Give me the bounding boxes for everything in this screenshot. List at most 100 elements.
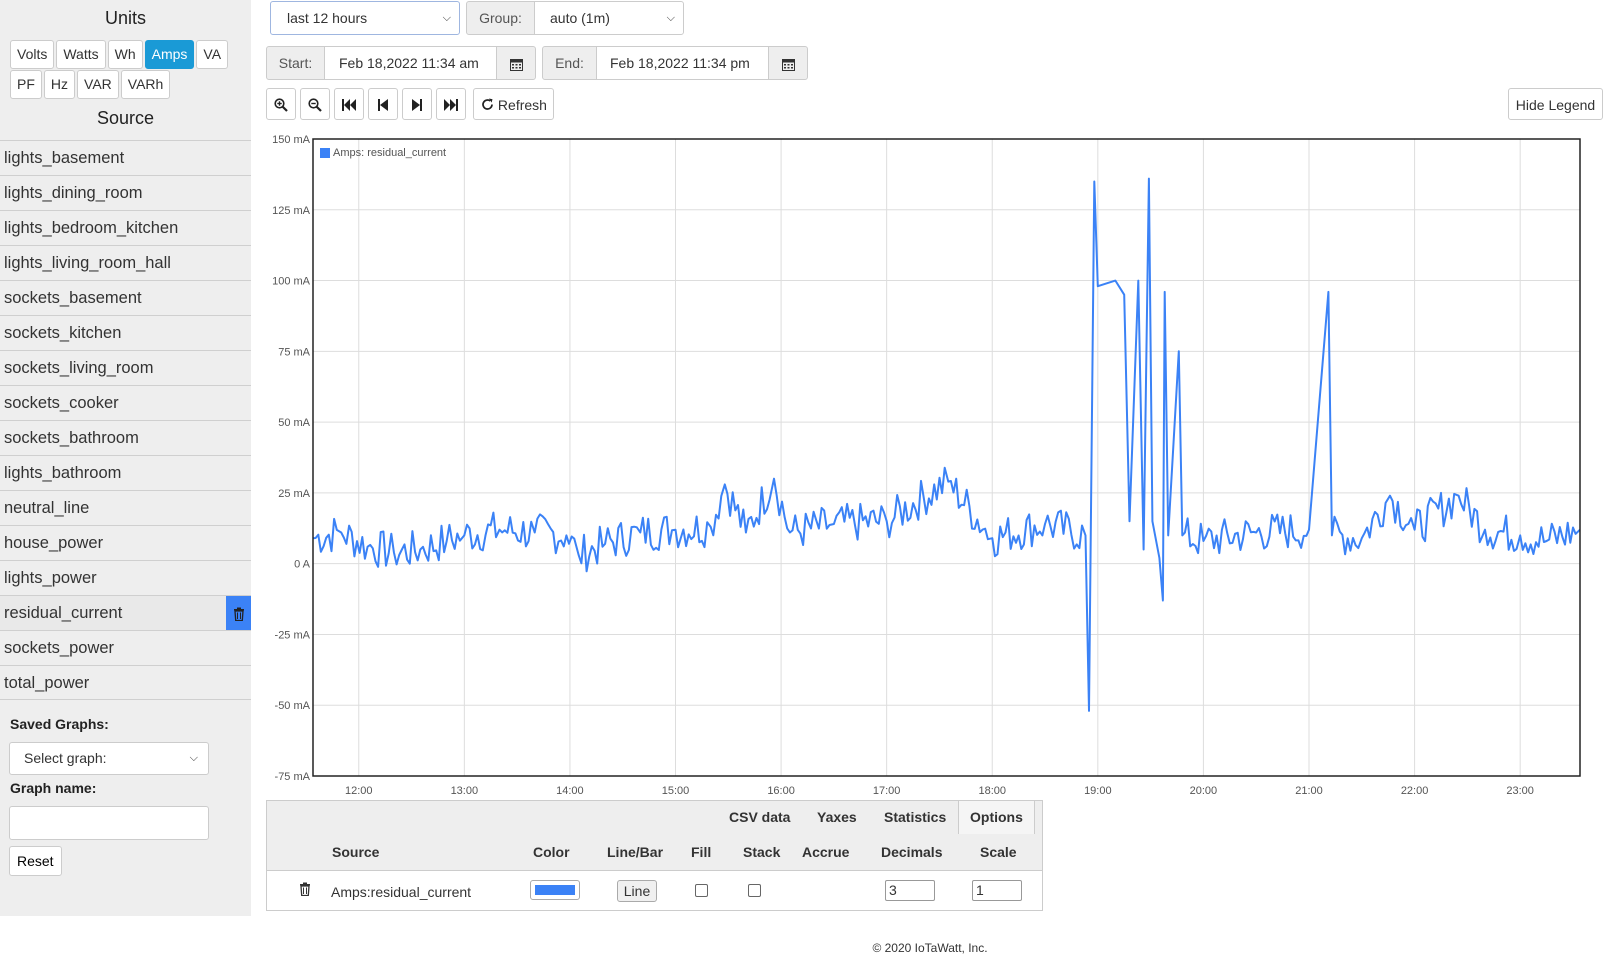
group-label: Group: — [466, 1, 535, 35]
hide-legend-button[interactable]: Hide Legend — [1508, 88, 1603, 120]
x-tick-label: 23:00 — [1506, 785, 1534, 797]
step-back-icon[interactable] — [368, 88, 398, 120]
units-heading: Units — [104, 8, 146, 28]
header-accrue: Accrue — [802, 844, 850, 860]
unit-button-pf[interactable]: PF — [10, 70, 42, 99]
header-scale: Scale — [980, 844, 1017, 860]
end-date-field[interactable]: Feb 18,2022 11:34 pm — [596, 46, 769, 80]
y-tick-label: 150 mA — [272, 134, 311, 146]
unit-button-watts[interactable]: Watts — [56, 40, 106, 69]
unit-button-volts[interactable]: Volts — [10, 40, 55, 69]
trash-icon[interactable] — [299, 882, 311, 899]
source-item-house-power[interactable]: house_power — [0, 525, 251, 560]
graph-name-label: Graph name: — [10, 780, 97, 796]
y-tick-label: -25 mA — [275, 629, 311, 641]
y-tick-label: -75 mA — [275, 771, 311, 783]
source-item-total-power[interactable]: total_power — [0, 665, 251, 700]
calendar-icon[interactable] — [496, 46, 536, 80]
tab-yaxes[interactable]: Yaxes — [817, 801, 857, 834]
x-tick-label: 12:00 — [345, 785, 373, 797]
source-item-lights-bathroom[interactable]: lights_bathroom — [0, 455, 251, 490]
source-list: lights_basement lights_dining_room light… — [0, 140, 251, 700]
start-date-field[interactable]: Feb 18,2022 11:34 am — [324, 46, 497, 80]
zoom-out-icon[interactable] — [300, 88, 330, 120]
graph-name-input[interactable] — [9, 806, 209, 840]
x-tick-label: 20:00 — [1190, 785, 1218, 797]
unit-button-var[interactable]: VAR — [77, 70, 119, 99]
footer-copyright: © 2020 IoTaWatt, Inc. — [872, 941, 988, 955]
sidebar: Units Volts Watts Wh Amps VA PF Hz VAR V… — [0, 0, 251, 916]
header-line-bar: Line/Bar — [607, 844, 664, 860]
y-tick-label: 100 mA — [272, 276, 311, 288]
unit-button-varh[interactable]: VARh — [120, 70, 171, 99]
header-fill: Fill — [691, 844, 712, 860]
y-tick-label: 0 A — [294, 559, 311, 571]
tab-csv-data[interactable]: CSV data — [729, 801, 790, 834]
zoom-in-icon[interactable] — [266, 88, 296, 120]
table-header: Source Color Line/Bar Fill Stack Accrue … — [267, 834, 1042, 871]
units-row-2: PF Hz VAR VARh — [10, 70, 171, 99]
fill-checkbox[interactable] — [695, 884, 708, 897]
header-source: Source — [332, 844, 380, 860]
decimals-input[interactable]: 3 — [885, 880, 935, 901]
source-item-lights-power[interactable]: lights_power — [0, 560, 251, 595]
color-picker[interactable] — [530, 880, 580, 900]
unit-button-va[interactable]: VA — [196, 40, 229, 69]
x-tick-label: 16:00 — [767, 785, 795, 797]
unit-button-hz[interactable]: Hz — [43, 70, 76, 99]
step-forward-icon[interactable] — [402, 88, 432, 120]
tab-options[interactable]: Options — [958, 801, 1035, 834]
saved-graph-select[interactable]: Select graph: ⌵ — [9, 742, 209, 775]
source-item-sockets-kitchen[interactable]: sockets_kitchen — [0, 315, 251, 350]
y-tick-label: 50 mA — [278, 417, 310, 429]
group-value: auto (1m) — [550, 10, 610, 26]
chevron-down-icon: ⌵ — [442, 12, 451, 24]
stack-checkbox[interactable] — [748, 884, 761, 897]
y-tick-label: 125 mA — [272, 205, 311, 217]
source-item-sockets-living-room[interactable]: sockets_living_room — [0, 350, 251, 385]
source-item-lights-living-room-hall[interactable]: lights_living_room_hall — [0, 245, 251, 280]
x-tick-label: 15:00 — [662, 785, 690, 797]
source-item-sockets-basement[interactable]: sockets_basement — [0, 280, 251, 315]
options-table: Source Color Line/Bar Fill Stack Accrue … — [266, 834, 1043, 911]
table-tabs: CSV data Yaxes Statistics Options — [266, 800, 1043, 835]
reset-button[interactable]: Reset — [9, 846, 62, 876]
row-source-name: Amps:residual_current — [331, 884, 472, 900]
saved-graphs-label: Saved Graphs: — [10, 716, 109, 732]
refresh-button[interactable]: Refresh — [473, 88, 554, 120]
y-tick-label: -50 mA — [275, 700, 311, 712]
calendar-icon[interactable] — [768, 46, 808, 80]
unit-button-amps[interactable]: Amps — [144, 40, 195, 69]
legend-swatch — [320, 148, 330, 158]
source-item-neutral-line[interactable]: neutral_line — [0, 490, 251, 525]
source-heading: Source — [96, 108, 155, 128]
plot-border — [312, 138, 1581, 777]
source-item-lights-bedroom-kitchen[interactable]: lights_bedroom_kitchen — [0, 210, 251, 245]
chevron-down-icon: ⌵ — [666, 12, 675, 24]
y-tick-label: 25 mA — [278, 488, 310, 500]
header-color: Color — [533, 844, 570, 860]
tab-statistics[interactable]: Statistics — [884, 801, 946, 834]
source-item-lights-dining-room[interactable]: lights_dining_room — [0, 175, 251, 210]
skip-to-end-icon[interactable] — [436, 88, 466, 120]
source-item-sockets-cooker[interactable]: sockets_cooker — [0, 385, 251, 420]
scale-input[interactable]: 1 — [972, 880, 1022, 901]
y-axis-ticks: 150 mA 125 mA 100 mA 75 mA 50 mA 25 mA 0 A -25 … — [272, 134, 311, 783]
source-item-lights-basement[interactable]: lights_basement — [0, 140, 251, 175]
line-bar-toggle[interactable]: Line — [617, 880, 657, 902]
unit-button-wh[interactable]: Wh — [107, 40, 143, 69]
source-item-sockets-bathroom[interactable]: sockets_bathroom — [0, 420, 251, 455]
skip-to-start-icon[interactable] — [334, 88, 364, 120]
chevron-down-icon: ⌵ — [189, 752, 198, 764]
x-tick-label: 18:00 — [978, 785, 1006, 797]
time-range-select[interactable]: last 12 hours ⌵ — [270, 1, 460, 35]
x-axis-ticks: 12:00 13:00 14:00 15:00 16:00 17:00 18:00 19:00… — [345, 785, 1534, 797]
saved-graph-select-value: Select graph: — [24, 750, 107, 766]
source-item-sockets-power[interactable]: sockets_power — [0, 630, 251, 665]
source-item-residual-current[interactable]: residual_current — [0, 595, 251, 631]
trash-icon[interactable] — [226, 596, 251, 631]
refresh-label: Refresh — [497, 97, 547, 113]
time-range-value: last 12 hours — [287, 10, 368, 26]
chart-grid — [313, 138, 1580, 777]
group-select[interactable]: auto (1m) ⌵ — [534, 1, 684, 35]
